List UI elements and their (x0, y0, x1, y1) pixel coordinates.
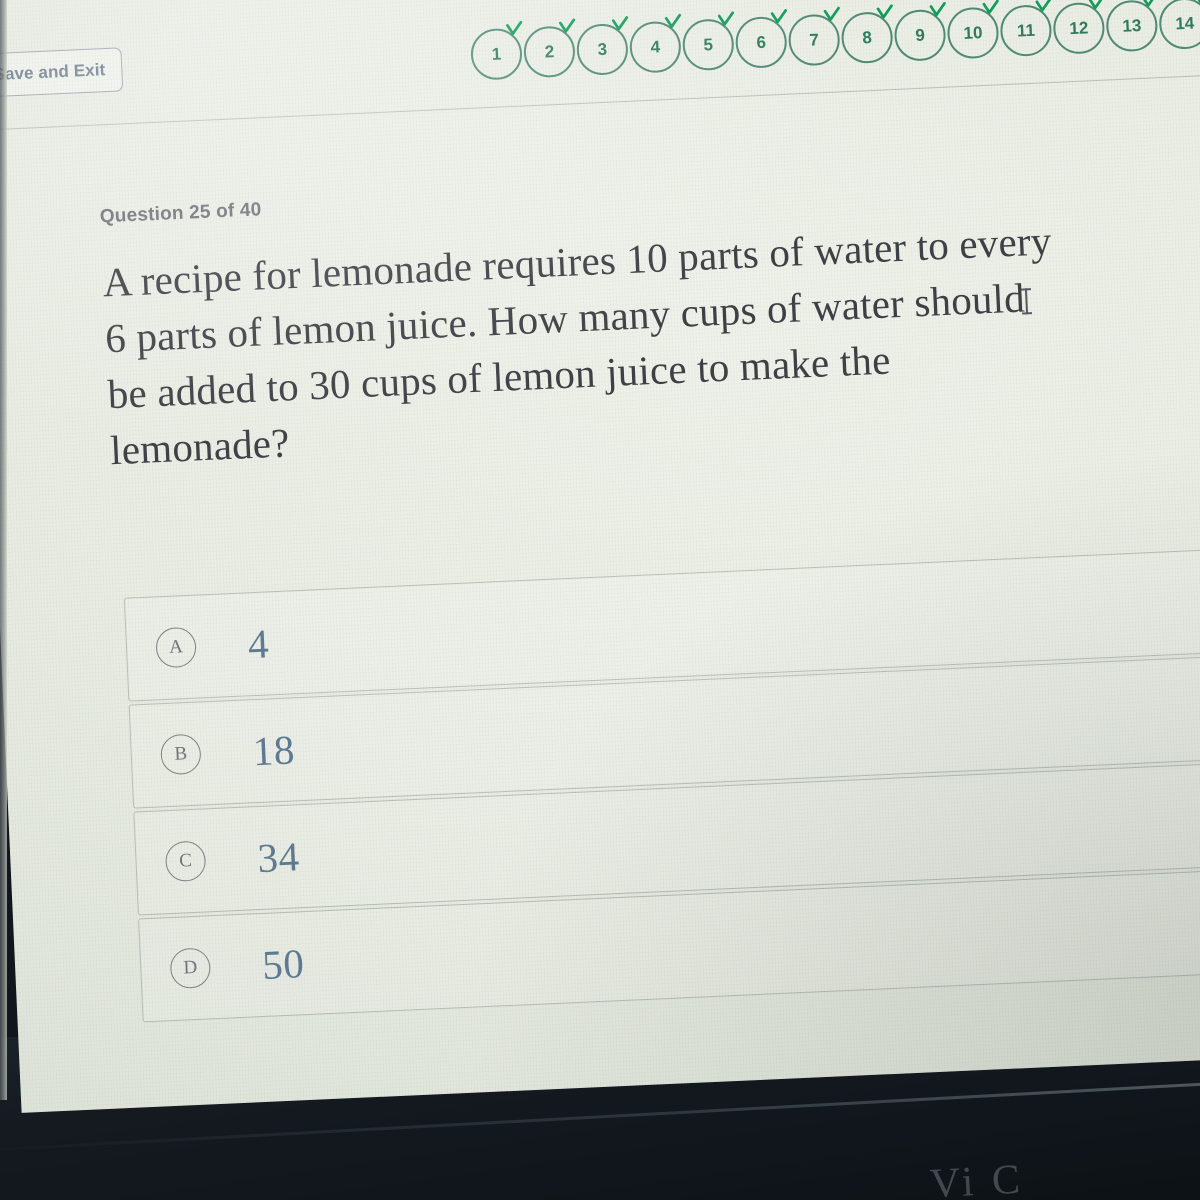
question-nav-number: 4 (650, 36, 661, 57)
save-and-exit-label: Save and Exit (0, 60, 106, 85)
answer-option-letter: B (159, 733, 202, 776)
quiz-page: Save and Exit 12345678910111213141516 Qu… (0, 0, 1200, 1113)
nav-divider (0, 71, 1200, 131)
question-nav-item-9[interactable]: 9 (893, 2, 947, 62)
question-nav-number: 7 (808, 29, 820, 50)
question-nav-number: 10 (963, 22, 983, 43)
question-nav-number: 13 (1121, 15, 1142, 36)
check-icon (1194, 0, 1200, 8)
question-number-nav[interactable]: 12345678910111213141516 (469, 0, 1200, 81)
check-icon (611, 16, 629, 34)
check-icon (506, 20, 524, 38)
question-nav-item-3[interactable]: 3 (575, 16, 629, 77)
question-nav-number: 1 (491, 43, 502, 64)
question-text-part-1: A recipe for lemonade requires 10 parts … (101, 217, 1053, 362)
answer-option-value: 50 (261, 940, 306, 988)
question-nav-number: 2 (544, 41, 555, 62)
question-nav-item-1[interactable]: 1 (469, 20, 524, 81)
question-nav-number: 6 (756, 32, 767, 52)
question-nav-item-10[interactable]: 10 (946, 0, 1000, 60)
check-icon (982, 0, 1000, 17)
check-icon (929, 2, 947, 20)
question-nav-item-8[interactable]: 8 (840, 4, 894, 65)
answer-option-letter: D (169, 947, 212, 990)
question-nav-number: 5 (703, 34, 714, 54)
text-cursor-icon (1025, 288, 1029, 315)
check-icon (823, 6, 841, 24)
answer-option-value: 18 (251, 726, 296, 775)
question-nav-item-7[interactable]: 7 (787, 6, 841, 67)
photo-left-edge (0, 0, 7, 1100)
question-nav-item-4[interactable]: 4 (628, 13, 682, 74)
question-text: A recipe for lemonade requires 10 parts … (101, 212, 1070, 478)
question-text-part-2: be added to 30 cups of lemon juice to ma… (106, 336, 892, 474)
question-nav-number: 11 (1016, 20, 1036, 40)
question-nav-number: 14 (1174, 13, 1195, 33)
answer-option-value: 4 (246, 620, 270, 668)
monitor-photo: Vi C Save and Exit 123456789101112131415… (0, 0, 1200, 1200)
answer-option-value: 34 (256, 833, 301, 882)
question-nav-item-13[interactable]: 13 (1105, 0, 1159, 53)
question-nav-item-6[interactable]: 6 (734, 9, 788, 69)
question-nav-item-2[interactable]: 2 (522, 18, 577, 79)
question-nav-item-12[interactable]: 12 (1052, 0, 1106, 55)
question-nav-item-5[interactable]: 5 (681, 11, 735, 72)
check-icon (558, 18, 576, 36)
answer-option-letter: C (164, 840, 207, 883)
check-icon (1088, 0, 1106, 12)
check-icon (1035, 0, 1053, 15)
question-nav-item-11[interactable]: 11 (999, 0, 1053, 58)
question-counter: Question 25 of 40 (99, 199, 262, 228)
check-icon (717, 11, 735, 29)
question-nav-number: 8 (861, 27, 873, 47)
save-and-exit-button[interactable]: Save and Exit (0, 47, 124, 100)
question-nav-number: 3 (597, 39, 608, 59)
answer-options-list: A 4 B 18 C 34 D 50 (123, 544, 1200, 1026)
check-icon (876, 4, 894, 22)
answer-option-letter: A (155, 626, 197, 669)
question-nav-number: 9 (914, 25, 926, 45)
check-icon (770, 9, 788, 27)
question-nav-item-14[interactable]: 14 (1158, 0, 1200, 51)
check-icon (1141, 0, 1159, 10)
check-icon (664, 13, 682, 31)
monitor-screen: Save and Exit 12345678910111213141516 Qu… (0, 0, 1200, 1113)
question-nav-number: 12 (1068, 17, 1089, 38)
